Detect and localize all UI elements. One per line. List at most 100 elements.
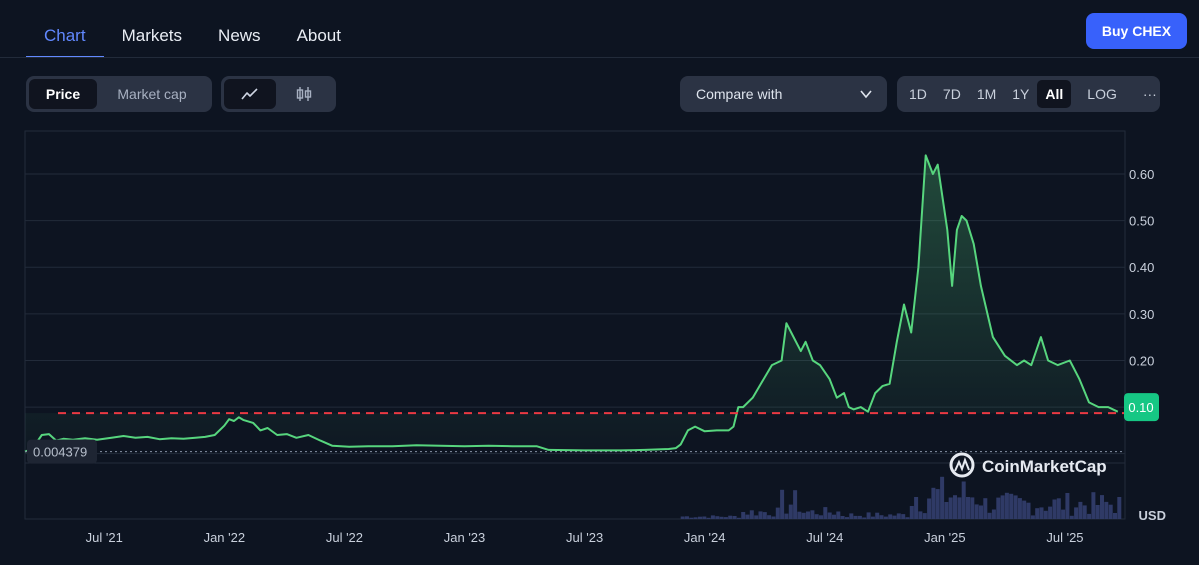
more-options-button[interactable]: ··· — [1133, 80, 1167, 108]
volume-bar — [1026, 502, 1031, 519]
volume-bar — [845, 517, 849, 519]
volume-bar — [1013, 495, 1018, 519]
y-tick-label: 0.20 — [1129, 353, 1154, 368]
coinmarketcap-logo-mark — [954, 457, 970, 472]
volume-bar — [823, 507, 828, 519]
volume-bar — [832, 514, 836, 519]
tab-about[interactable]: About — [279, 26, 359, 58]
volume-bar — [793, 490, 798, 519]
price-line — [24, 154, 1119, 453]
candlestick-icon — [296, 87, 312, 101]
volume-bar — [983, 498, 988, 519]
volume-bar — [762, 512, 767, 519]
currency-label: USD — [1139, 508, 1166, 523]
volume-bar — [1104, 501, 1109, 519]
compare-with-label: Compare with — [696, 86, 783, 102]
volume-bar — [1061, 509, 1066, 519]
volume-bar — [767, 515, 772, 519]
tab-chart[interactable]: Chart — [26, 26, 104, 58]
volume-bar — [836, 511, 841, 519]
volume-bar — [810, 510, 815, 519]
volume-bar — [1004, 492, 1009, 519]
price-marketcap-toggle: Price Market cap — [26, 76, 212, 112]
volume-bar — [806, 511, 810, 519]
volume-bar — [931, 487, 936, 519]
x-tick-label: Jul '24 — [806, 530, 843, 545]
volume-bar — [870, 516, 875, 519]
volume-bar — [1091, 492, 1096, 519]
volume-bar — [1074, 507, 1079, 519]
y-tick-label: 0.60 — [1129, 167, 1154, 182]
volume-bar — [840, 516, 845, 519]
volume-bar — [710, 515, 715, 519]
volume-bar — [991, 509, 996, 519]
volume-bar — [1035, 508, 1040, 519]
volume-bar — [719, 516, 724, 519]
volume-bar — [797, 511, 802, 519]
min-price-label: 0.004379 — [33, 445, 87, 460]
chart-type-toggle — [221, 76, 336, 112]
volume-bar — [702, 516, 707, 519]
chevron-down-icon — [860, 90, 872, 99]
volume-bar — [1017, 498, 1022, 519]
log-scale-button[interactable]: LOG — [1079, 80, 1125, 108]
volume-bar — [857, 515, 862, 519]
volume-bar — [749, 510, 754, 519]
price-toggle-button[interactable]: Price — [29, 79, 97, 109]
volume-bar — [1043, 510, 1048, 519]
volume-bar — [745, 514, 750, 519]
x-tick-label: Jan '24 — [684, 530, 726, 545]
volume-bar — [935, 489, 940, 519]
volume-bar — [862, 517, 867, 519]
compare-with-dropdown[interactable]: Compare with — [680, 76, 887, 112]
volume-bar — [1082, 505, 1087, 519]
volume-bar — [927, 498, 932, 519]
volume-bar — [996, 497, 1001, 519]
volume-bar — [1000, 495, 1005, 519]
volume-bar — [875, 512, 880, 519]
watermark-logo: CoinMarketCap — [949, 452, 1107, 478]
buy-button[interactable]: Buy CHEX — [1086, 13, 1187, 49]
volume-bar — [754, 515, 759, 519]
volume-bar — [883, 516, 888, 519]
volume-bar — [1113, 513, 1117, 519]
volume-bar — [819, 515, 823, 519]
tab-markets[interactable]: Markets — [104, 26, 200, 58]
volume-bar — [892, 515, 897, 519]
market-cap-toggle-button[interactable]: Market cap — [97, 79, 207, 109]
line-chart-button[interactable] — [224, 79, 276, 109]
current-price-tag: 0.10 — [1124, 393, 1159, 422]
volume-bar — [736, 517, 741, 519]
min-price-tag: 0.004379 — [27, 439, 97, 464]
volume-bar — [788, 504, 793, 519]
tabs-divider — [0, 57, 1199, 58]
x-tick-label: Jan '25 — [924, 530, 966, 545]
volume-bar — [780, 489, 785, 519]
range-1m-button[interactable]: 1M — [969, 80, 1004, 108]
volume-bar — [801, 512, 806, 519]
volume-bar — [1065, 493, 1070, 519]
x-tick-label: Jul '21 — [86, 530, 123, 545]
range-all-button[interactable]: All — [1037, 80, 1072, 108]
volume-bar — [784, 513, 789, 519]
volume-bar — [771, 516, 776, 519]
volume-bar — [1052, 499, 1057, 519]
volume-bar — [1108, 504, 1113, 519]
volume-bar — [957, 497, 962, 519]
volume-bar — [741, 512, 746, 519]
volume-bar — [685, 516, 689, 519]
volume-bar — [775, 507, 780, 519]
volume-bar — [1009, 493, 1014, 519]
range-1d-button[interactable]: 1D — [901, 80, 935, 108]
candlestick-button[interactable] — [276, 79, 332, 109]
line-chart-icon — [241, 88, 258, 100]
volume-bar — [866, 512, 871, 519]
volume-bar — [1056, 498, 1061, 519]
volume-bar — [827, 512, 832, 519]
range-1y-button[interactable]: 1Y — [1004, 80, 1037, 108]
range-7d-button[interactable]: 7D — [935, 80, 969, 108]
volume-bar — [974, 504, 979, 519]
tab-news[interactable]: News — [200, 26, 279, 58]
volume-bar — [970, 497, 975, 519]
volume-bar — [1048, 506, 1053, 519]
